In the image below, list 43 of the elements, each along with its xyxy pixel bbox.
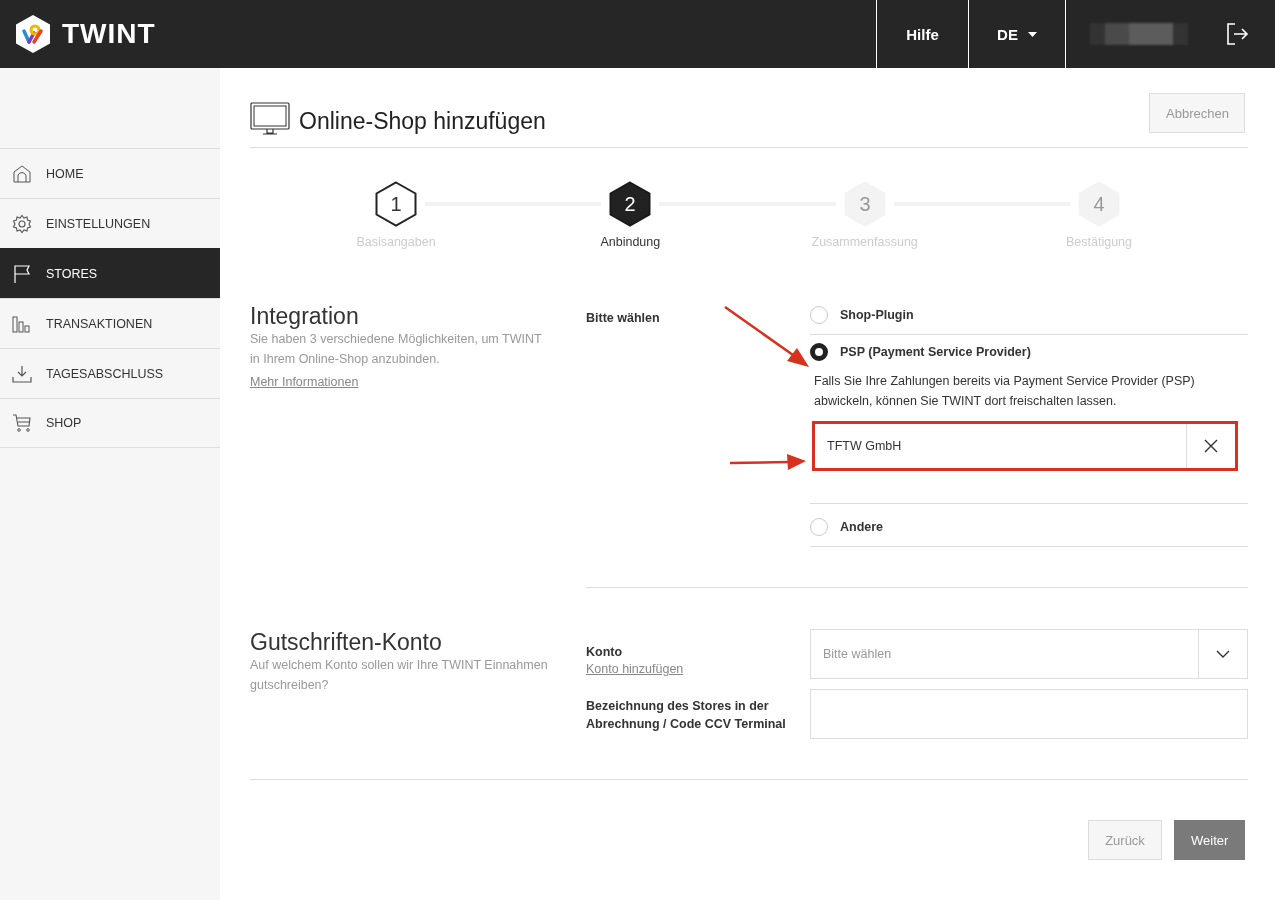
more-info-link[interactable]: Mehr Informationen — [250, 375, 359, 389]
add-account-link[interactable]: Konto hinzufügen — [586, 662, 684, 676]
section-description: Sie haben 3 verschiedene Möglichkeiten, um TWINT in Ihrem Online-Shop anzubinden. — [250, 331, 543, 368]
store-name-input[interactable] — [810, 689, 1248, 739]
help-link[interactable]: Hilfe — [876, 0, 968, 68]
section-title: Gutschriften-Konto — [250, 629, 443, 655]
logout-icon[interactable] — [1226, 22, 1249, 46]
logo-text: TWINT — [62, 18, 156, 50]
page-title: Online-Shop hinzufügen — [299, 107, 546, 135]
sidebar-item[interactable]: SHOP — [0, 398, 220, 448]
sidebar-item[interactable]: HOME — [0, 148, 220, 198]
section-title: Integration — [250, 303, 360, 329]
step-marker: 1 — [374, 181, 418, 227]
caret-icon — [1027, 31, 1037, 37]
monitor-icon — [250, 102, 290, 135]
language-dropdown[interactable]: DE — [968, 0, 1065, 68]
radio-option[interactable]: PSP (Payment Service Provider) — [810, 343, 1248, 361]
section-description: Auf welchem Konto sollen wir Ihre TWINT Einnahmen gutschreiben? — [250, 657, 549, 694]
logo-icon — [14, 14, 52, 54]
chevron-down-icon — [1216, 650, 1230, 658]
field-label: Konto — [586, 645, 624, 659]
cart-icon — [12, 413, 32, 433]
bar-chart-icon — [12, 313, 32, 334]
next-button[interactable]: Weiter — [1174, 820, 1245, 860]
step-marker: 2 — [608, 181, 653, 227]
settings-icon — [12, 213, 32, 234]
home-icon — [12, 163, 32, 184]
step-label: Anbindung — [600, 235, 661, 249]
radio-option[interactable]: Shop-Plugin — [810, 306, 1248, 324]
radio-option[interactable]: Andere — [810, 518, 1248, 536]
radio-button[interactable] — [810, 343, 828, 361]
psp-input-field[interactable]: TFTW GmbH — [812, 421, 1238, 471]
option-description: Falls Sie Ihre Zahlungen bereits via Payment Service Provider (PSP) abwickeln, können Sie TWINT dort freischalten lassen. — [814, 373, 1196, 410]
download-icon — [12, 363, 32, 384]
sidebar-item[interactable]: TAGESABSCHLUSS — [0, 348, 220, 398]
flag-icon — [12, 263, 32, 284]
step-marker: 4 — [1077, 181, 1121, 227]
close-icon[interactable] — [1204, 439, 1218, 453]
sidebar-item[interactable]: STORES — [0, 248, 220, 298]
sidebar-item[interactable]: TRANSAKTIONEN — [0, 298, 220, 348]
field-label: Bezeichnung des Stores in der Abrechnung / Code CCV Terminal — [586, 698, 787, 733]
step-marker: 3 — [842, 181, 887, 227]
field-label: Bitte wählen — [586, 311, 660, 325]
